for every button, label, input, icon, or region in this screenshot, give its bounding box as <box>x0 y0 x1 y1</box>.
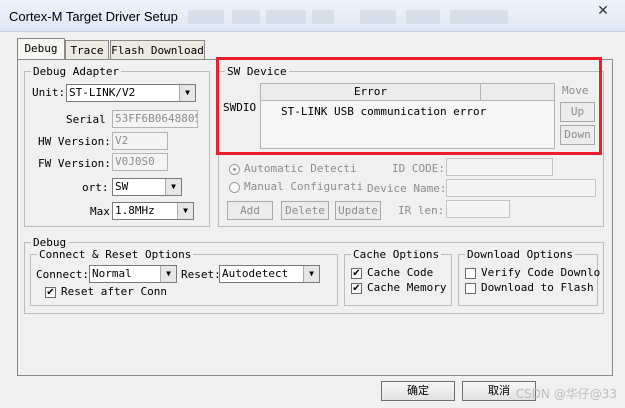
ir-len-label: IR len: <box>398 204 445 217</box>
close-icon: ✕ <box>597 2 609 18</box>
chevron-down-icon: ▼ <box>177 203 193 219</box>
unit-label: Unit: <box>32 86 66 99</box>
background-menu-ghost <box>232 10 260 24</box>
serial-value: 53FF6B06488057 <box>115 112 197 125</box>
background-menu-ghost <box>406 10 440 24</box>
reset-label: Reset: <box>181 268 221 281</box>
automatic-detection-radio[interactable] <box>229 164 240 175</box>
reset-value: Autodetect <box>222 267 289 280</box>
serial-label: Serial <box>66 113 106 126</box>
cache-code-label: Cache Code <box>367 266 434 279</box>
button-label: Add <box>240 204 260 217</box>
chevron-down-icon: ▼ <box>160 266 176 282</box>
reset-select[interactable]: Autodetect ▼ <box>219 265 320 283</box>
max-clock-select[interactable]: 1.8MHz ▼ <box>112 202 194 220</box>
delete-button[interactable]: Delete <box>281 201 329 220</box>
tab-label: Flash Download <box>111 44 204 57</box>
chevron-down-icon: ▼ <box>179 85 195 101</box>
button-label: Delete <box>285 204 325 217</box>
window-title: Cortex-M Target Driver Setup <box>9 9 178 24</box>
background-menu-ghost <box>450 10 508 24</box>
highlight-annotation-box <box>216 57 602 155</box>
fw-version-value: V0J0S0 <box>115 155 155 168</box>
add-button[interactable]: Add <box>227 201 273 220</box>
download-to-flash-checkbox[interactable] <box>465 283 476 294</box>
group-title: Debug Adapter <box>33 65 120 78</box>
id-code-label: ID CODE: <box>392 162 445 175</box>
tab-debug[interactable]: Debug <box>17 38 65 60</box>
automatic-detection-label: Automatic Detecti <box>244 162 357 175</box>
connect-label: Connect: <box>36 268 89 281</box>
chevron-down-icon: ▼ <box>303 266 319 282</box>
reset-after-connect-checkbox[interactable]: ✔ <box>45 287 56 298</box>
checkmark-icon: ✔ <box>46 287 55 298</box>
group-title: Connect & Reset Options <box>39 248 192 261</box>
background-menu-ghost <box>266 10 306 24</box>
background-menu-ghost <box>312 10 334 24</box>
port-label: ort: <box>82 181 109 194</box>
verify-code-download-checkbox[interactable] <box>465 268 476 279</box>
id-code-field[interactable] <box>446 158 553 176</box>
manual-configuration-radio[interactable] <box>229 182 240 193</box>
checkmark-icon: ✔ <box>352 268 361 279</box>
port-select[interactable]: SW ▼ <box>112 178 182 196</box>
tab-label: Debug <box>24 42 58 55</box>
manual-configuration-label: Manual Configurati <box>244 180 364 193</box>
background-menu-ghost <box>360 10 396 24</box>
reset-after-connect-label: Reset after Conn <box>61 285 167 298</box>
ir-len-field[interactable] <box>446 200 510 218</box>
group-title: Download Options <box>467 248 573 261</box>
button-label: 确定 <box>407 384 429 397</box>
button-label: Update <box>338 204 378 217</box>
close-button[interactable]: ✕ <box>584 1 622 19</box>
cache-memory-checkbox[interactable]: ✔ <box>351 283 362 294</box>
max-clock-label: Max <box>90 205 110 218</box>
device-name-field[interactable] <box>446 179 596 197</box>
port-value: SW <box>115 180 129 193</box>
hw-version-value: V2 <box>115 134 129 147</box>
checkmark-icon: ✔ <box>352 283 361 294</box>
unit-value: ST-LINK/V2 <box>69 86 136 99</box>
cache-memory-label: Cache Memory <box>367 281 447 294</box>
ok-button[interactable]: 确定 <box>381 381 455 401</box>
unit-select[interactable]: ST-LINK/V2 ▼ <box>66 84 196 102</box>
max-clock-value: 1.8MHz <box>115 204 155 217</box>
download-to-flash-label: Download to Flash <box>481 281 594 294</box>
group-title: Cache Options <box>353 248 440 261</box>
fw-version-label: FW Version: <box>38 157 111 170</box>
update-button[interactable]: Update <box>335 201 381 220</box>
button-label: 取消 <box>488 384 510 397</box>
device-name-label: Device Name: <box>367 182 447 195</box>
hw-version-label: HW Version: <box>38 135 111 148</box>
connect-value: Normal <box>92 267 132 280</box>
cache-code-checkbox[interactable]: ✔ <box>351 268 362 279</box>
serial-field: 53FF6B06488057 <box>112 110 198 128</box>
fw-version-field: V0J0S0 <box>112 153 168 171</box>
watermark: CSDN @华仔@33 <box>515 387 617 401</box>
tab-label: Trace <box>70 44 104 57</box>
connect-select[interactable]: Normal ▼ <box>89 265 177 283</box>
tab-flash-download[interactable]: Flash Download <box>110 40 205 60</box>
verify-code-download-label: Verify Code Downlo <box>481 266 601 279</box>
tab-trace[interactable]: Trace <box>65 40 109 60</box>
hw-version-field: V2 <box>112 132 168 150</box>
background-menu-ghost <box>188 10 224 24</box>
chevron-down-icon: ▼ <box>165 179 181 195</box>
